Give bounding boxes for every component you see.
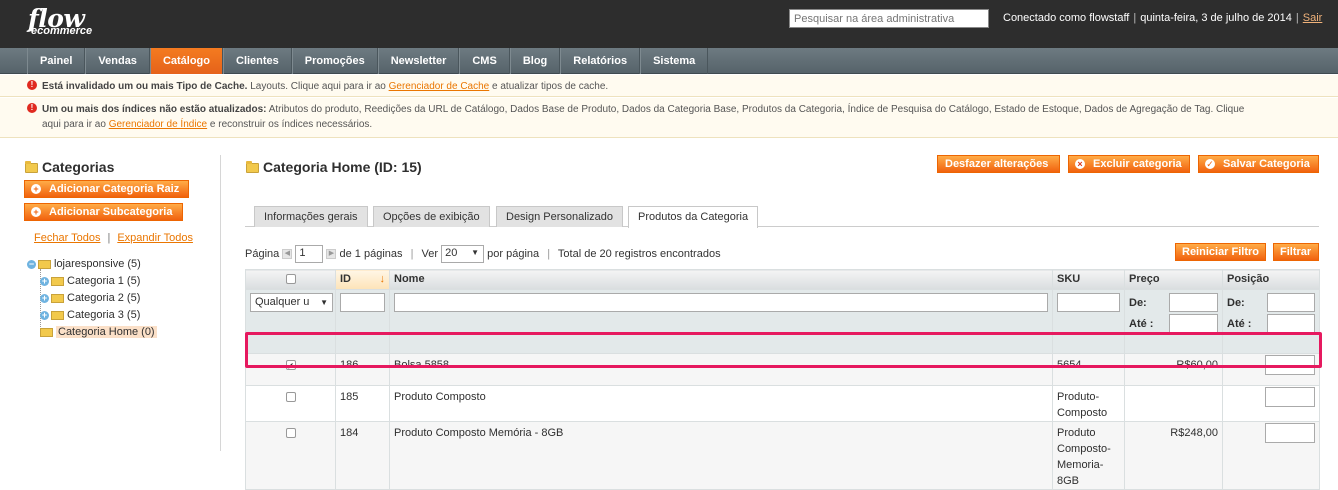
cache-warning-message: ! Está invalidado um ou mais Tipo de Cac… <box>0 75 1338 97</box>
logo[interactable]: flow ecommerce <box>28 6 92 37</box>
column-divider <box>220 155 221 451</box>
table-row[interactable]: 186 Bolsa 5858 5654 R$60,00 <box>245 353 1320 386</box>
nav-relatorios[interactable]: Relatórios <box>560 48 641 74</box>
reset-filter-button[interactable]: Reiniciar Filtro <box>1175 243 1266 261</box>
column-header-price[interactable]: Preço <box>1124 269 1223 290</box>
user-info: Conectado como flowstaff | quinta-feira, 3… <box>1003 12 1323 24</box>
name-filter-input[interactable] <box>394 293 1048 312</box>
error-icon: ! <box>27 80 37 90</box>
nav-sistema[interactable]: Sistema <box>640 48 709 74</box>
reset-changes-button[interactable]: Desfazer alterações <box>937 155 1060 173</box>
expand-icon[interactable]: + <box>40 276 49 286</box>
nav-catalogo[interactable]: Catálogo <box>149 48 223 74</box>
folder-icon <box>25 161 38 173</box>
nav-promocoes[interactable]: Promoções <box>291 48 378 74</box>
category-tabs: Informações gerais Opções de exibição De… <box>245 206 1319 228</box>
select-all-header[interactable] <box>245 269 336 290</box>
position-to-input[interactable] <box>1267 314 1315 333</box>
nav-newsletter[interactable]: Newsletter <box>377 48 460 74</box>
sku-filter-input[interactable] <box>1057 293 1120 312</box>
row-checkbox[interactable] <box>285 428 296 439</box>
sort-down-icon: ↓ <box>379 273 386 285</box>
next-page-icon[interactable]: ▶ <box>326 249 337 259</box>
sidebar-title: Categorias <box>42 159 115 175</box>
header: flow ecommerce Conectado como flowstaff|… <box>0 0 1338 48</box>
column-header-sku[interactable]: SKU <box>1052 269 1125 290</box>
folder-icon <box>51 310 64 320</box>
position-input[interactable] <box>1265 355 1315 375</box>
index-manager-link[interactable]: Gerenciador de Índice <box>109 119 207 130</box>
nav-vendas[interactable]: Vendas <box>85 48 150 74</box>
collapse-all-link[interactable]: Fechar Todos <box>34 232 100 244</box>
plus-icon: + <box>31 184 41 194</box>
delete-category-button[interactable]: × Excluir categoria <box>1068 155 1190 173</box>
tab-general-info[interactable]: Informações gerais <box>254 206 368 227</box>
position-input[interactable] <box>1265 387 1315 407</box>
current-date: quinta-feira, 3 de julho de 2014 <box>1140 12 1292 24</box>
grid-filter-row: Qualquer u De: Até : De: Até : <box>245 289 1320 354</box>
tab-category-products[interactable]: Produtos da Categoria <box>628 206 759 228</box>
products-grid: ID↓ Nome SKU Preço Posição Qualquer u De… <box>245 269 1320 490</box>
table-row[interactable]: 185 Produto Composto Produto-Composto <box>245 385 1320 422</box>
tree-node-categoria-2[interactable]: + Categoria 2 (5) <box>40 291 140 305</box>
table-row[interactable]: 184 Produto Composto Memória - 8GB Produ… <box>245 421 1320 490</box>
row-checkbox[interactable] <box>285 392 296 403</box>
nav-clientes[interactable]: Clientes <box>223 48 292 74</box>
error-icon: ! <box>27 103 37 113</box>
folder-icon <box>51 293 64 303</box>
delete-icon: × <box>1075 159 1085 169</box>
grid-pager: Página ◀ 1 ▶ de 1 páginas | Ver 20 por p… <box>245 245 721 263</box>
tree-node-categoria-home[interactable]: Categoria Home (0) <box>40 325 157 339</box>
page-title: Categoria Home (ID: 15) <box>263 159 422 175</box>
select-all-checkbox[interactable] <box>285 274 296 285</box>
nav-painel[interactable]: Painel <box>27 48 86 74</box>
plus-icon: + <box>31 207 41 217</box>
page-number-input[interactable]: 1 <box>295 245 324 263</box>
column-header-name[interactable]: Nome <box>389 269 1053 290</box>
nav-cms[interactable]: CMS <box>459 48 510 74</box>
folder-icon <box>246 161 259 173</box>
in-category-filter-select[interactable]: Qualquer u <box>250 293 333 312</box>
tree-toggle-links: Fechar Todos | Expandir Todos <box>34 232 193 244</box>
expand-icon[interactable]: + <box>40 293 49 303</box>
position-from-input[interactable] <box>1267 293 1315 312</box>
nav-blog[interactable]: Blog <box>509 48 561 74</box>
save-category-button[interactable]: ✓ Salvar Categoria <box>1198 155 1319 173</box>
filter-button[interactable]: Filtrar <box>1273 243 1319 261</box>
column-header-id[interactable]: ID ↓ <box>335 269 390 290</box>
collapse-icon[interactable]: − <box>27 259 36 269</box>
folder-icon <box>38 259 51 269</box>
id-filter-input[interactable] <box>340 293 385 312</box>
tab-custom-design[interactable]: Design Personalizado <box>496 206 624 227</box>
logout-link[interactable]: Sair <box>1303 12 1323 24</box>
check-icon: ✓ <box>1205 159 1215 169</box>
row-checkbox[interactable] <box>285 358 296 374</box>
cache-manager-link[interactable]: Gerenciador de Cache <box>389 81 490 92</box>
price-from-input[interactable] <box>1169 293 1218 312</box>
expand-all-link[interactable]: Expandir Todos <box>117 232 193 244</box>
logged-in-user: Conectado como flowstaff <box>1003 12 1130 24</box>
folder-icon <box>40 327 53 337</box>
tree-node-categoria-3[interactable]: + Categoria 3 (5) <box>40 308 140 322</box>
per-page-select[interactable]: 20 <box>441 245 485 263</box>
expand-icon[interactable]: + <box>40 310 49 320</box>
tree-node-categoria-1[interactable]: + Categoria 1 (5) <box>40 274 140 288</box>
grid-header-row: ID ↓ Nome SKU Preço Posição <box>245 269 1320 290</box>
tab-display-options[interactable]: Opções de exibição <box>373 206 490 227</box>
prev-page-icon[interactable]: ◀ <box>282 249 293 259</box>
tree-node-root[interactable]: − lojaresponsive (5) <box>27 257 141 271</box>
price-to-input[interactable] <box>1169 314 1218 333</box>
column-header-position[interactable]: Posição <box>1222 269 1320 290</box>
admin-search-input[interactable] <box>789 9 989 28</box>
total-records: Total de 20 registros encontrados <box>557 247 721 260</box>
main-nav: Painel Vendas Catálogo Clientes Promoçõe… <box>0 48 1338 74</box>
add-subcategory-button[interactable]: + Adicionar Subcategoria <box>24 203 183 221</box>
folder-icon <box>51 276 64 286</box>
index-warning-message: ! Um ou mais dos índices não estão atual… <box>0 98 1338 138</box>
position-input[interactable] <box>1265 423 1315 443</box>
add-root-category-button[interactable]: + Adicionar Categoria Raiz <box>24 180 189 198</box>
